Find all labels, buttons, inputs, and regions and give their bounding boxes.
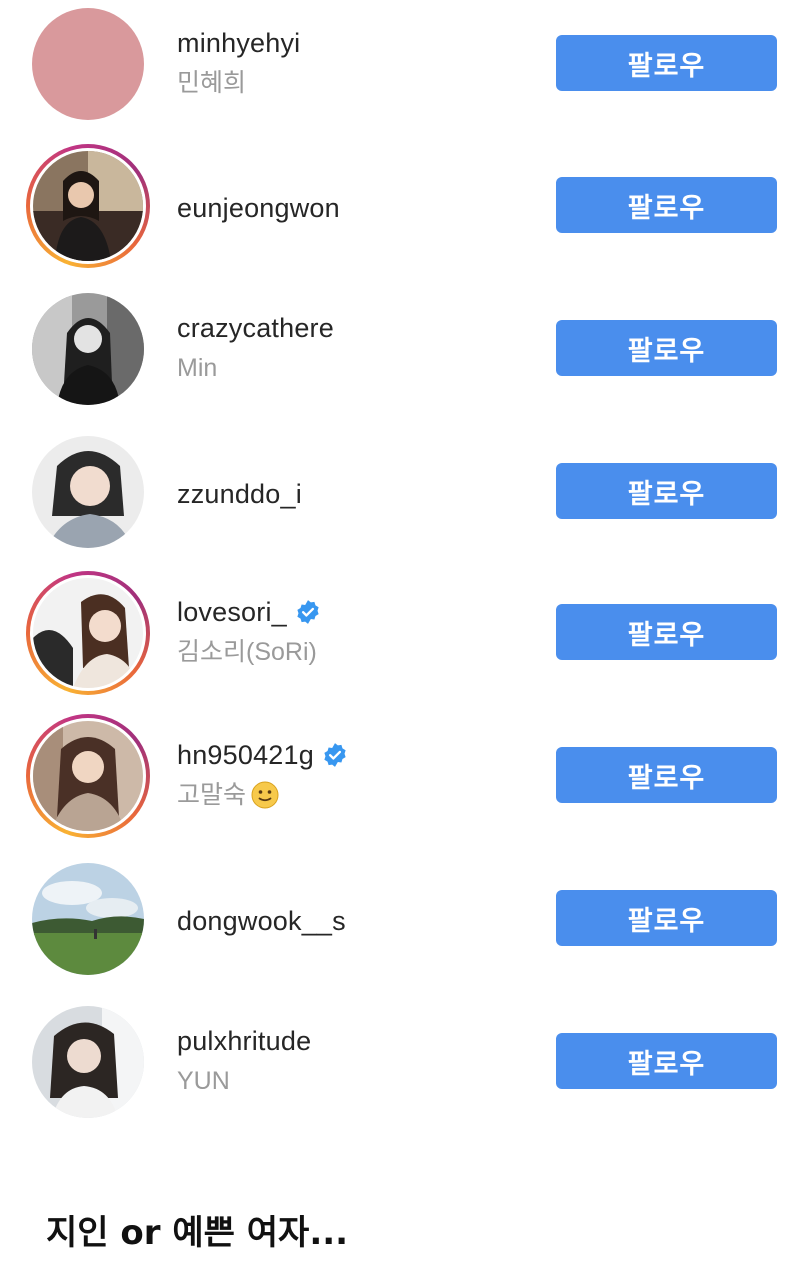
avatar[interactable] bbox=[26, 571, 150, 695]
follow-button[interactable]: 팔로우 bbox=[556, 747, 777, 803]
fullname: 고말숙 bbox=[177, 778, 348, 812]
username-text[interactable]: crazycathere bbox=[177, 311, 334, 345]
username-text[interactable]: zzunddo_i bbox=[177, 477, 302, 511]
avatar[interactable] bbox=[26, 857, 150, 981]
avatar[interactable] bbox=[26, 1000, 150, 1124]
username[interactable]: pulxhritude bbox=[177, 1024, 311, 1058]
story-ring bbox=[30, 148, 146, 264]
username[interactable]: minhyehyi bbox=[177, 26, 300, 60]
follow-button[interactable]: 팔로우 bbox=[556, 890, 777, 946]
username-text[interactable]: hn950421g bbox=[177, 738, 314, 772]
follow-button[interactable]: 팔로우 bbox=[556, 35, 777, 91]
follow-button[interactable]: 팔로우 bbox=[556, 463, 777, 519]
avatar[interactable] bbox=[26, 2, 150, 126]
avatar-image bbox=[32, 863, 144, 975]
username-text[interactable]: lovesori_ bbox=[177, 595, 287, 629]
list-item[interactable]: lovesori_ 김소리(SoRi) 팔로우 bbox=[0, 571, 800, 695]
username[interactable]: crazycathere bbox=[177, 311, 334, 345]
username-text[interactable]: minhyehyi bbox=[177, 26, 300, 60]
slightly-smiling-face-icon bbox=[251, 781, 279, 809]
avatar-image bbox=[33, 151, 143, 261]
story-ring bbox=[30, 575, 146, 691]
fullname-text: YUN bbox=[177, 1067, 230, 1095]
username[interactable]: lovesori_ bbox=[177, 595, 321, 629]
avatar-image bbox=[32, 8, 144, 120]
avatar[interactable] bbox=[26, 430, 150, 554]
avatar-image bbox=[32, 1006, 144, 1118]
fullname: 김소리(SoRi) bbox=[177, 635, 321, 669]
username-text[interactable]: eunjeongwon bbox=[177, 191, 340, 225]
verified-badge-icon bbox=[297, 600, 319, 624]
list-item[interactable]: eunjeongwon 팔로우 bbox=[0, 144, 800, 268]
list-item[interactable]: crazycathere Min 팔로우 bbox=[0, 287, 800, 407]
username[interactable]: eunjeongwon bbox=[177, 191, 340, 225]
list-item[interactable]: minhyehyi 민혜희 팔로우 bbox=[0, 2, 800, 122]
fullname-text: 민혜희 bbox=[177, 69, 247, 97]
username[interactable]: hn950421g bbox=[177, 738, 348, 772]
story-ring bbox=[30, 718, 146, 834]
follow-button[interactable]: 팔로우 bbox=[556, 604, 777, 660]
list-item[interactable]: hn950421g 고말숙 팔로우 bbox=[0, 714, 800, 838]
list-item[interactable]: dongwook__s 팔로우 bbox=[0, 857, 800, 977]
username[interactable]: zzunddo_i bbox=[177, 477, 302, 511]
avatar[interactable] bbox=[26, 287, 150, 411]
username-text[interactable]: pulxhritude bbox=[177, 1024, 311, 1058]
fullname: YUN bbox=[177, 1064, 311, 1098]
fullname: Min bbox=[177, 351, 334, 385]
fullname-text: 김소리(SoRi) bbox=[177, 638, 317, 666]
follow-button[interactable]: 팔로우 bbox=[556, 1033, 777, 1089]
avatar-image bbox=[33, 721, 143, 831]
avatar-image bbox=[33, 578, 143, 688]
fullname: 민혜희 bbox=[177, 66, 300, 100]
follow-button[interactable]: 팔로우 bbox=[556, 177, 777, 233]
fullname-text: Min bbox=[177, 354, 218, 382]
avatar-image bbox=[32, 293, 144, 405]
list-item[interactable]: pulxhritude YUN 팔로우 bbox=[0, 1000, 800, 1120]
avatar[interactable] bbox=[26, 144, 150, 268]
fullname-text: 고말숙 bbox=[177, 781, 247, 809]
follow-button[interactable]: 팔로우 bbox=[556, 320, 777, 376]
username[interactable]: dongwook__s bbox=[177, 904, 346, 938]
avatar[interactable] bbox=[26, 714, 150, 838]
caption-text: 지인 or 예쁜 여자... bbox=[46, 1213, 349, 1253]
avatar-image bbox=[32, 436, 144, 548]
username-text[interactable]: dongwook__s bbox=[177, 904, 346, 938]
list-item[interactable]: zzunddo_i 팔로우 bbox=[0, 430, 800, 550]
verified-badge-icon bbox=[324, 743, 346, 767]
